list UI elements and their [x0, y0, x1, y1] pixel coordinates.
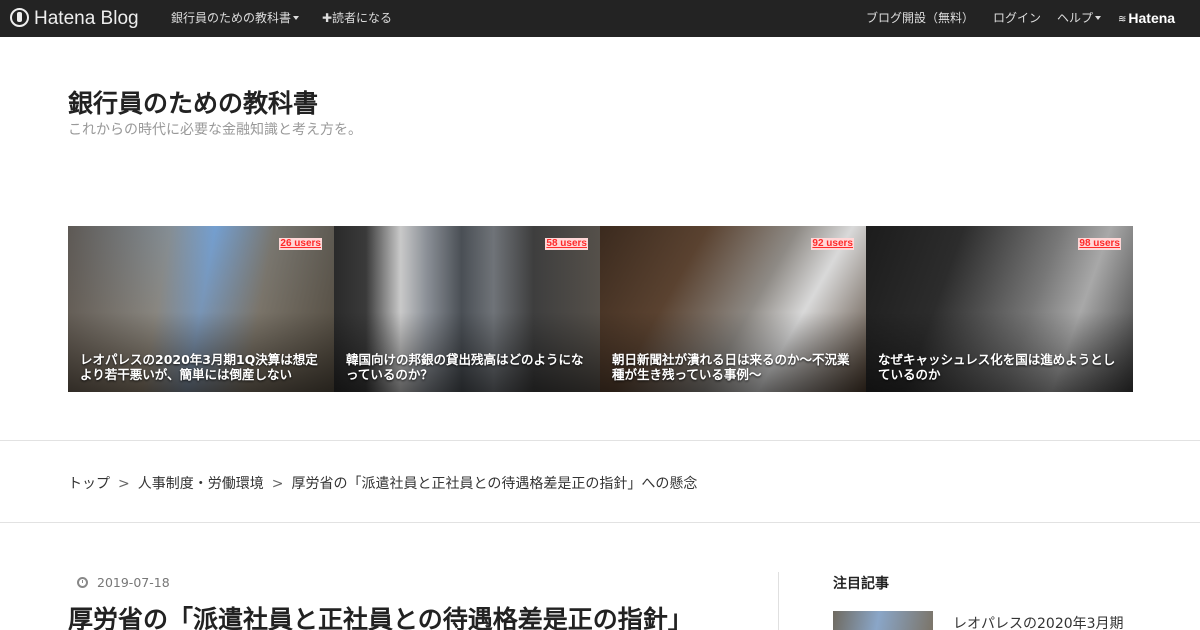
bookmark-users-badge[interactable]: 92 users [811, 238, 854, 250]
featured-card-title: 朝日新聞社が潰れる日は来るのか～不況業種が生き残っている事例～ [612, 352, 850, 382]
help-label: ヘルプ [1057, 11, 1094, 25]
subscribe-button[interactable]: ✚読者になる [322, 0, 392, 37]
bookmark-users-badge[interactable]: 58 users [545, 238, 588, 250]
logo-text: Hatena Blog [34, 8, 139, 29]
global-header: Hatena Blog 銀行員のための教科書 ✚読者になる ブログ開設（無料） … [0, 0, 1200, 37]
hatena-bird-icon: ≋ [1118, 14, 1127, 25]
featured-card[interactable]: 92 users 朝日新聞社が潰れる日は来るのか～不況業種が生き残っている事例～ [600, 226, 866, 392]
chevron-down-icon [293, 16, 300, 20]
breadcrumb-top-link[interactable]: トップ [68, 476, 110, 492]
hatena-blog-logo[interactable]: Hatena Blog [10, 0, 139, 37]
article-date[interactable]: 2019-07-18 [77, 575, 170, 590]
sidebar-item-thumbnail[interactable] [833, 611, 933, 630]
signup-link[interactable]: ブログ開設（無料） [866, 0, 974, 37]
breadcrumb-separator: > [271, 476, 284, 492]
blog-menu-label: 銀行員のための教科書 [171, 11, 292, 25]
help-dropdown[interactable]: ヘルプ [1057, 0, 1102, 37]
blog-description: これからの時代に必要な金融知識と考え方を。 [68, 122, 362, 138]
breadcrumb: トップ > 人事制度・労働環境 > 厚労省の「派遣社員と正社員との待遇格差是正の指針」へ… [68, 473, 697, 493]
featured-articles: 26 users レオパレスの2020年3月期1Q決算は想定より若干悪いが、簡単… [68, 226, 1133, 392]
featured-card[interactable]: 58 users 韓国向けの邦銀の貸出残高はどのようになっているのか？ [334, 226, 600, 392]
featured-card-title: なぜキャッシュレス化を国は進めようとしているのか [878, 352, 1116, 382]
sidebar-heading: 注目記事 [833, 576, 889, 592]
hatena-brand-link[interactable]: ≋ Hatena [1118, 0, 1175, 37]
bookmark-users-badge[interactable]: 98 users [1078, 238, 1121, 250]
divider [0, 440, 1200, 441]
breadcrumb-category-link[interactable]: 人事制度・労働環境 [138, 476, 264, 492]
featured-card[interactable]: 26 users レオパレスの2020年3月期1Q決算は想定より若干悪いが、簡単… [68, 226, 334, 392]
bookmark-users-badge[interactable]: 26 users [279, 238, 322, 250]
article-date-text: 2019-07-18 [97, 575, 170, 590]
blog-title[interactable]: 銀行員のための教科書 [68, 84, 318, 120]
hatena-blog-logo-icon [10, 8, 29, 27]
breadcrumb-separator: > [118, 476, 130, 492]
featured-card[interactable]: 98 users なぜキャッシュレス化を国は進めようとしているのか [866, 226, 1133, 392]
breadcrumb-current: 厚労省の「派遣社員と正社員との待遇格差是正の指針」への懸念 [291, 476, 698, 492]
hatena-brand-label: Hatena [1128, 10, 1176, 26]
sidebar-divider [778, 572, 779, 630]
subscribe-label: ✚読者になる [322, 11, 393, 25]
signup-label: ブログ開設（無料） [866, 11, 975, 25]
sidebar-item-title[interactable]: レオパレスの2020年3月期 [953, 613, 1124, 630]
divider [0, 522, 1200, 523]
blog-menu-dropdown[interactable]: 銀行員のための教科書 [171, 0, 300, 37]
featured-card-title: レオパレスの2020年3月期1Q決算は想定より若干悪いが、簡単には倒産しない [80, 352, 318, 382]
featured-card-title: 韓国向けの邦銀の貸出残高はどのようになっているのか？ [346, 352, 584, 382]
login-label: ログイン [993, 11, 1042, 25]
clock-icon [77, 577, 88, 588]
chevron-down-icon [1095, 16, 1102, 20]
article-title[interactable]: 厚労省の「派遣社員と正社員との待遇格差是正の指針」 [68, 600, 693, 630]
login-link[interactable]: ログイン [993, 0, 1041, 37]
